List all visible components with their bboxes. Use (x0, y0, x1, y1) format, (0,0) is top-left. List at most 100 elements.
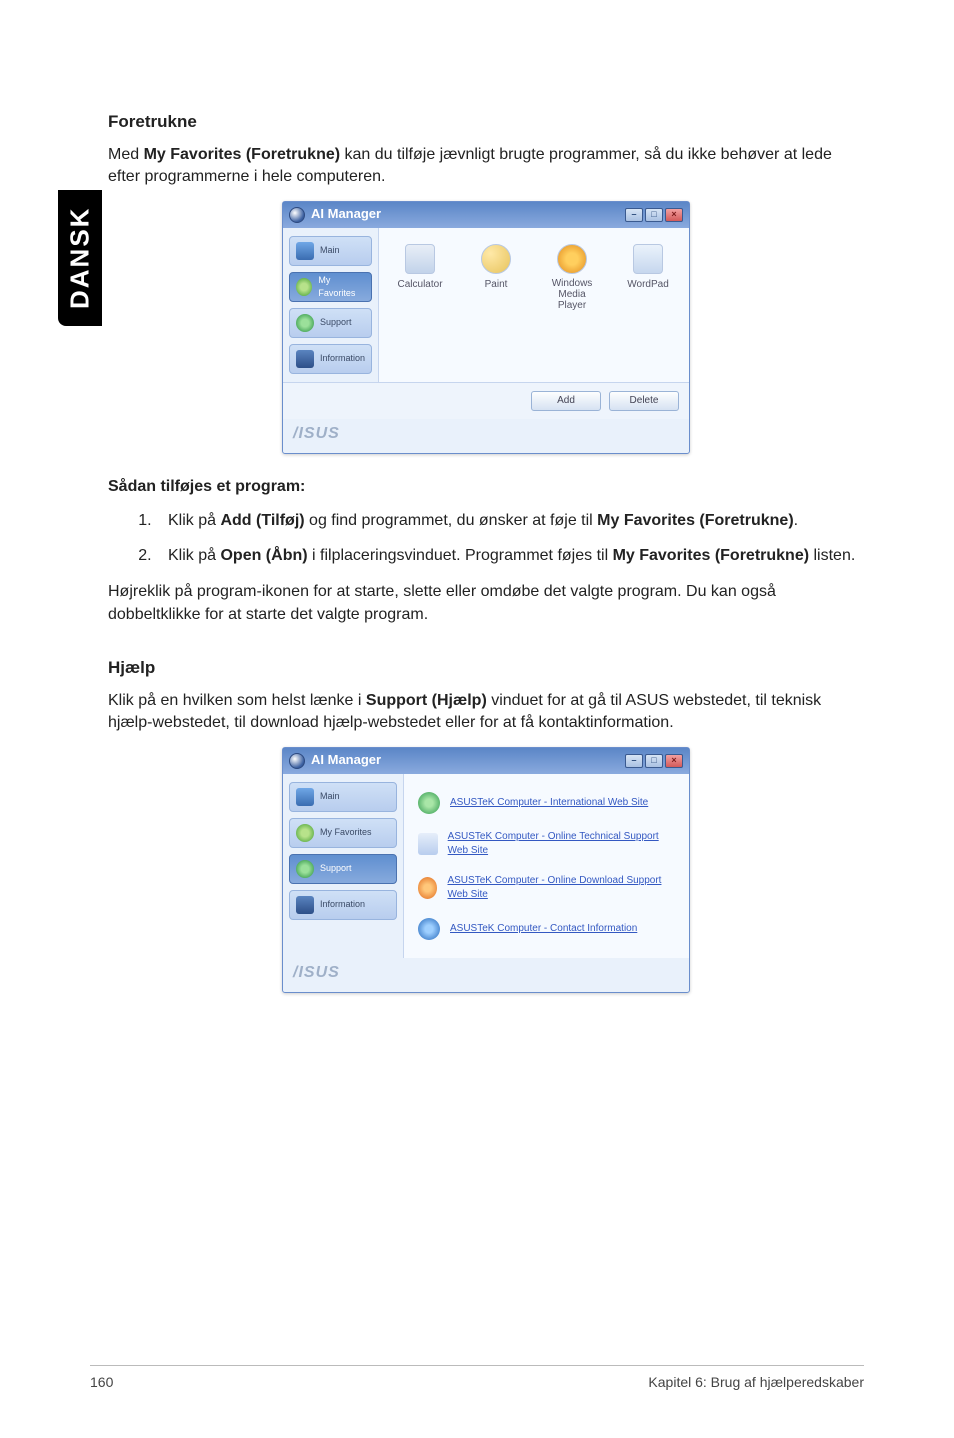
brand-footer: /ISUS (283, 419, 689, 453)
minimize-icon[interactable]: – (625, 754, 643, 768)
text-bold: My Favorites (Foretrukne) (144, 146, 340, 163)
calculator-icon (405, 244, 435, 274)
text: Med (108, 146, 144, 163)
support-icon (296, 860, 314, 878)
help-intro: Klik på en hvilken som helst lænke i Sup… (108, 690, 864, 735)
text-bold: Add (Tilføj) (220, 512, 304, 529)
aimanager-favorites-window: AI Manager – □ × Main (282, 201, 690, 454)
information-icon (296, 350, 314, 368)
text-bold: My Favorites (Foretrukne) (613, 547, 809, 564)
sidebar-item-main[interactable]: Main (289, 782, 397, 812)
download-icon (418, 877, 437, 899)
brand-footer: /ISUS (283, 958, 689, 992)
sidebar-item-support[interactable]: Support (289, 308, 372, 338)
maximize-icon[interactable]: □ (645, 754, 663, 768)
maximize-icon[interactable]: □ (645, 208, 663, 222)
support-link-contact[interactable]: ASUSTeK Computer - Contact Information (418, 918, 675, 940)
favorites-intro: Med My Favorites (Foretrukne) kan du til… (108, 144, 864, 189)
window-titlebar: AI Manager – □ × (283, 748, 689, 774)
favorites-icon (296, 824, 314, 842)
support-icon (296, 314, 314, 332)
section-heading-help: Hjælp (108, 656, 864, 680)
sidebar-item-label: Main (320, 244, 340, 257)
favorite-label: Media Player (558, 289, 586, 311)
text: Klik på (168, 512, 220, 529)
close-icon[interactable]: × (665, 754, 683, 768)
after-steps-paragraph: Højreklik på program-ikonen for at start… (108, 581, 864, 626)
sidebar-item-information[interactable]: Information (289, 890, 397, 920)
favorite-label: Calculator (398, 278, 443, 292)
aimanager-support-window: AI Manager – □ × Main (282, 747, 690, 993)
favorite-app-wordpad[interactable]: WordPad (621, 244, 675, 311)
window-title: AI Manager (311, 205, 381, 223)
page-number: 160 (90, 1374, 113, 1390)
text: og find programmet, du ønsker at føje ti… (305, 512, 598, 529)
favorites-pane: Calculator Paint Windows Media Player (378, 228, 689, 382)
close-icon[interactable]: × (665, 208, 683, 222)
steps-list: Klik på Add (Tilføj) og find programmet,… (156, 510, 864, 567)
step-1: Klik på Add (Tilføj) og find programmet,… (156, 510, 864, 532)
sidebar-item-label: My Favorites (320, 826, 372, 839)
support-link-international[interactable]: ASUSTeK Computer - International Web Sit… (418, 792, 675, 814)
sidebar-item-label: Information (320, 898, 365, 911)
text: . (794, 512, 798, 529)
language-tab: DANSK (58, 190, 102, 326)
sidebar: Main My Favorites Support Informati (283, 228, 378, 382)
support-link-label: ASUSTeK Computer - Online Technical Supp… (448, 830, 675, 858)
sidebar-item-label: Main (320, 790, 340, 803)
support-link-label: ASUSTeK Computer - Online Download Suppo… (447, 874, 675, 902)
minimize-icon[interactable]: – (625, 208, 643, 222)
sidebar-item-label: Support (320, 862, 352, 875)
favorite-label: Paint (485, 278, 508, 292)
text-bold: My Favorites (Foretrukne) (597, 512, 793, 529)
favorite-label: Windows (552, 278, 593, 289)
document-body: Foretrukne Med My Favorites (Foretrukne)… (108, 110, 864, 993)
wordpad-icon (633, 244, 663, 274)
sidebar-item-favorites[interactable]: My Favorites (289, 272, 372, 302)
information-icon (296, 896, 314, 914)
add-button[interactable]: Add (531, 391, 601, 411)
app-logo-icon (289, 207, 305, 223)
support-link-technical[interactable]: ASUSTeK Computer - Online Technical Supp… (418, 830, 675, 858)
sidebar-item-favorites[interactable]: My Favorites (289, 818, 397, 848)
text-bold: Support (Hjælp) (366, 692, 487, 709)
document-icon (418, 833, 438, 855)
favorite-app-wmp[interactable]: Windows Media Player (545, 244, 599, 311)
section-heading-favorites: Foretrukne (108, 110, 864, 134)
sidebar-item-main[interactable]: Main (289, 236, 372, 266)
page-footer: 160 Kapitel 6: Brug af hjælperedskaber (90, 1374, 864, 1390)
favorite-label: WordPad (627, 278, 669, 292)
window-button-bar: Add Delete (283, 382, 689, 419)
main-icon (296, 788, 314, 806)
main-icon (296, 242, 314, 260)
steps-heading: Sådan tilføjes et program: (108, 476, 864, 498)
text: Klik på en hvilken som helst lænke i (108, 692, 366, 709)
favorite-app-paint[interactable]: Paint (469, 244, 523, 311)
paint-icon (481, 244, 511, 274)
app-logo-icon (289, 753, 305, 769)
contact-icon (418, 918, 440, 940)
favorite-app-calculator[interactable]: Calculator (393, 244, 447, 311)
step-2: Klik på Open (Åbn) i filplaceringsvindue… (156, 545, 864, 567)
sidebar-item-label: Information (320, 352, 365, 365)
text: i filplaceringsvinduet. Programmet føjes… (308, 547, 613, 564)
support-pane: ASUSTeK Computer - International Web Sit… (403, 774, 689, 958)
support-link-label: ASUSTeK Computer - Contact Information (450, 922, 637, 936)
text-bold: Open (Åbn) (220, 547, 307, 564)
sidebar-item-support[interactable]: Support (289, 854, 397, 884)
delete-button[interactable]: Delete (609, 391, 679, 411)
support-link-label: ASUSTeK Computer - International Web Sit… (450, 796, 648, 810)
text: Klik på (168, 547, 220, 564)
sidebar-item-label: Support (320, 316, 352, 329)
favorites-icon (296, 278, 312, 296)
sidebar-item-information[interactable]: Information (289, 344, 372, 374)
sidebar: Main My Favorites Support Informati (283, 774, 403, 958)
media-player-icon (557, 244, 587, 274)
chapter-label: Kapitel 6: Brug af hjælperedskaber (648, 1374, 864, 1390)
window-title: AI Manager (311, 751, 381, 769)
sidebar-item-label: My Favorites (318, 274, 365, 299)
footer-divider (90, 1365, 864, 1366)
support-link-download[interactable]: ASUSTeK Computer - Online Download Suppo… (418, 874, 675, 902)
window-titlebar: AI Manager – □ × (283, 202, 689, 228)
text: listen. (809, 547, 855, 564)
